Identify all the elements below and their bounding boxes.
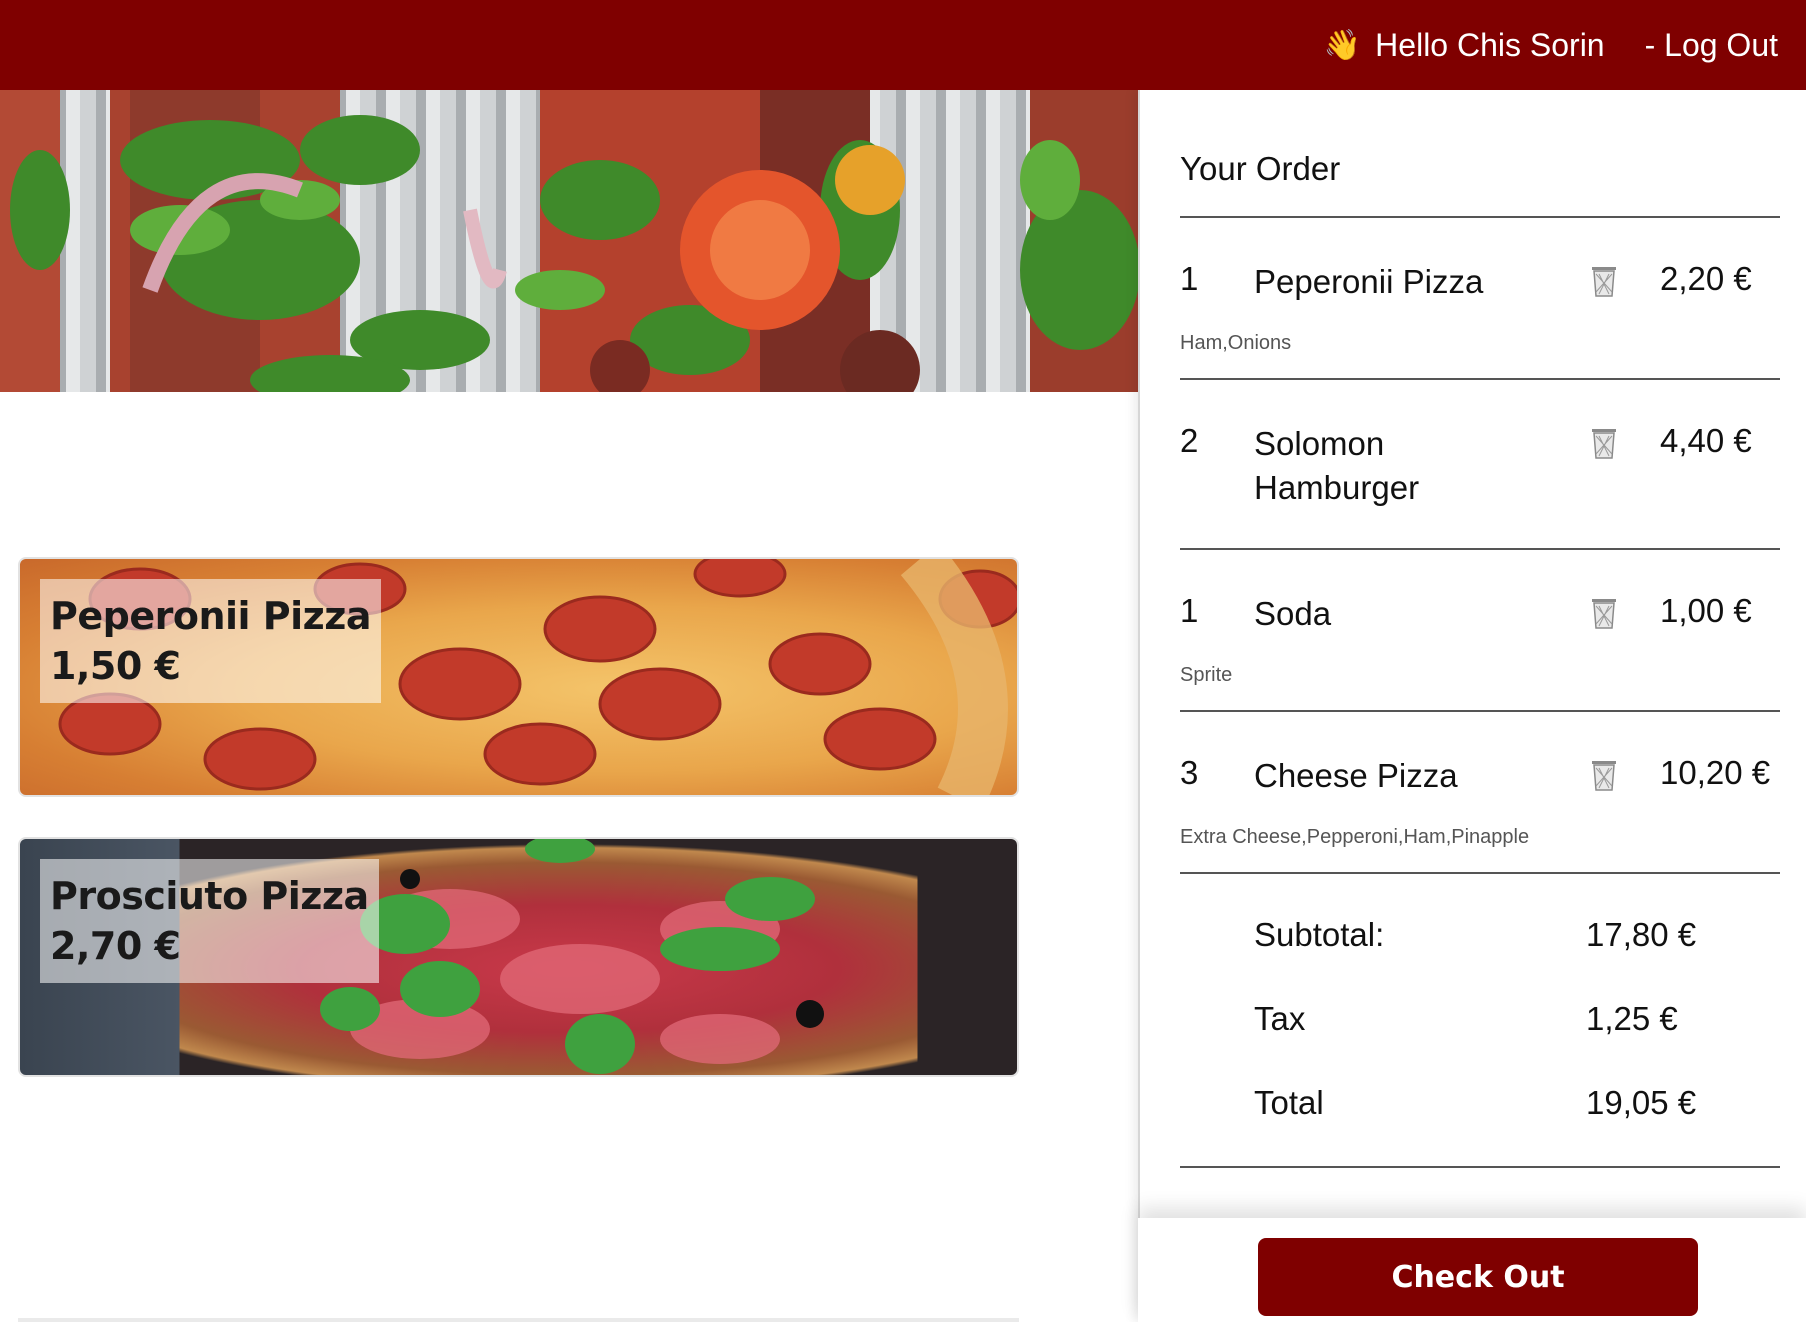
order-item-options: Extra Cheese,Pepperoni,Ham,Pinapple (1180, 826, 1530, 848)
logout-link[interactable]: - Log Out (1645, 27, 1778, 64)
divider (1180, 710, 1780, 712)
tax-label: Tax (1254, 1000, 1306, 1037)
trash-icon[interactable] (1590, 758, 1618, 792)
total-value: 19,05 € (1586, 1084, 1697, 1121)
divider (1180, 216, 1780, 218)
trash-icon[interactable] (1590, 264, 1618, 298)
order-title: Your Order (1180, 150, 1341, 187)
order-item-name: Solomon Hamburger (1254, 425, 1420, 506)
order-item: 1 Soda 1,00 € Sprite (1180, 592, 1780, 712)
divider (1180, 548, 1780, 550)
order-item-price: 4,40 € (1660, 422, 1752, 459)
order-item-options: Sprite (1180, 664, 1233, 686)
order-item-qty: 2 (1180, 422, 1199, 459)
order-item-options: Ham,Onions (1180, 332, 1292, 354)
order-item-price: 2,20 € (1660, 260, 1752, 297)
checkout-button[interactable]: Check Out (1258, 1238, 1698, 1316)
order-item-name: Cheese Pizza (1254, 757, 1458, 794)
waving-hand-icon: 👋 (1323, 28, 1362, 62)
order-panel: Your Order 1 Peperonii Pizza 2,20 € Ham,… (1138, 90, 1806, 1322)
divider (1180, 872, 1780, 874)
menu-card-label: Prosciuto Pizza 2,70 € (40, 859, 379, 983)
hero-food-illustration (0, 90, 1138, 392)
order-item-price: 10,20 € (1660, 754, 1771, 791)
menu-item-name: Prosciuto Pizza (50, 874, 369, 918)
order-item-price: 1,00 € (1660, 592, 1752, 629)
top-nav-bar: 👋 Hello Chis Sorin - Log Out (0, 0, 1806, 90)
order-item-name: Soda (1254, 595, 1332, 632)
order-item-qty: 1 (1180, 260, 1199, 297)
page-bottom-divider (18, 1318, 1019, 1322)
divider (1180, 1166, 1780, 1168)
user-greeting: 👋 Hello Chis Sorin (1324, 27, 1605, 64)
menu-item-price: 1,50 € (50, 644, 181, 688)
trash-icon[interactable] (1590, 426, 1618, 460)
menu-item-price: 2,70 € (50, 924, 181, 968)
order-item: 1 Peperonii Pizza 2,20 € Ham,Onions (1180, 260, 1780, 380)
total-label: Total (1254, 1084, 1324, 1121)
greeting-text: Hello Chis Sorin (1375, 26, 1605, 63)
order-item: 3 Cheese Pizza 10,20 € Extra Cheese,Pepp… (1180, 754, 1780, 874)
menu-item-name: Peperonii Pizza (50, 594, 372, 638)
menu-card-prosciuto-pizza[interactable]: Prosciuto Pizza 2,70 € (18, 837, 1019, 1077)
menu-card-label: Peperonii Pizza 1,50 € (40, 579, 382, 703)
order-item: 2 Solomon Hamburger 4,40 € (1180, 422, 1780, 542)
hero-banner-image (0, 90, 1138, 392)
divider (1180, 378, 1780, 380)
order-item-name: Peperonii Pizza (1254, 263, 1484, 300)
menu-card-peperonii-pizza[interactable]: Peperonii Pizza 1,50 € (18, 557, 1019, 797)
subtotal-label: Subtotal: (1254, 916, 1385, 953)
checkout-bar: Check Out (1138, 1218, 1806, 1322)
order-item-qty: 1 (1180, 592, 1199, 629)
subtotal-value: 17,80 € (1586, 916, 1697, 953)
trash-icon[interactable] (1590, 596, 1618, 630)
order-item-qty: 3 (1180, 754, 1199, 791)
tax-value: 1,25 € (1586, 1000, 1678, 1037)
